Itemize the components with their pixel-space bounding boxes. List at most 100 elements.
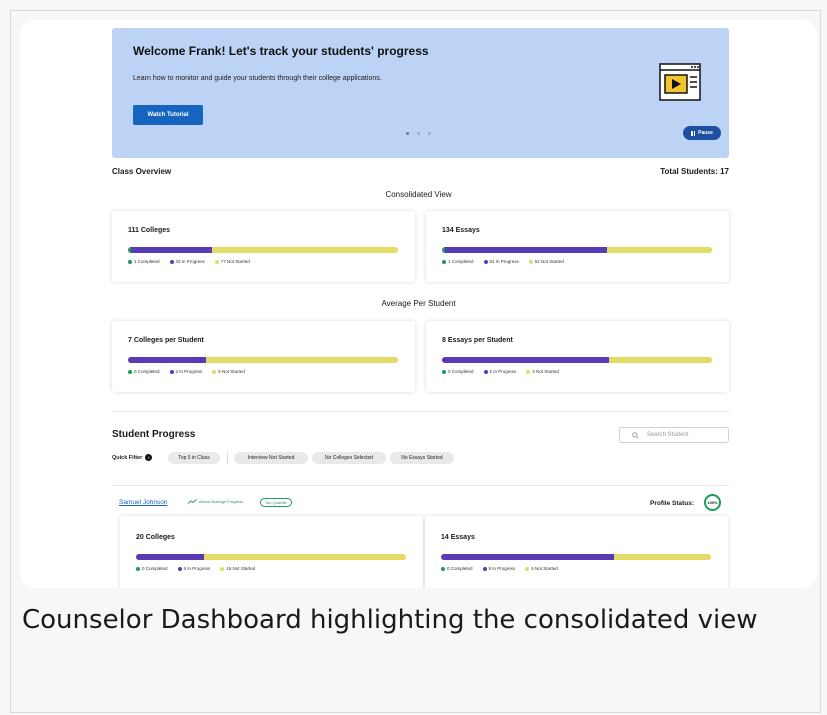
carousel-dots[interactable]: [406, 132, 431, 135]
legend-label: 5 In Progress: [183, 566, 211, 571]
essays-card: 134 Essays 1 Completed 81 In Progress 52 No…: [426, 211, 729, 282]
legend-dot: [212, 369, 217, 374]
card-title: 20 Colleges: [136, 534, 175, 541]
progress-legend: 0 Completed 9 In Progress 5 Not Started: [441, 566, 558, 571]
progress-bar: [128, 247, 398, 253]
legend-dot: [526, 369, 531, 374]
legend-dot: [169, 369, 174, 374]
legend-dot: [214, 259, 219, 264]
quick-filter-label: Quick Filter i: [112, 454, 153, 461]
legend-item-completed: 1 Completed: [442, 259, 474, 264]
dashboard-screenshot: Welcome Frank! Let's track your students…: [20, 20, 817, 588]
essays-per-student-card: 8 Essays per Student 0 Completed 5 In Prog…: [426, 321, 729, 392]
progress-bar: [442, 247, 712, 253]
legend-item-not-started: 5 Not Started: [525, 566, 558, 571]
search-student-input[interactable]: Search Student: [619, 427, 729, 443]
trend-up-icon: [188, 499, 197, 504]
legend-label: 33 In Progress: [175, 259, 205, 264]
class-overview-title: Class Overview: [112, 167, 172, 176]
watch-tutorial-button[interactable]: Watch Tutorial: [133, 105, 203, 125]
bar-in-progress-segment: [441, 554, 614, 560]
progress-bar: [441, 554, 711, 560]
tutorial-video-icon: [659, 63, 701, 101]
colleges-per-student-card: 7 Colleges per Student 0 Completed 2 In Pr…: [112, 321, 415, 392]
filter-no-colleges-selected[interactable]: No Colleges Selected: [312, 452, 386, 464]
student-progress-title: Student Progress: [112, 429, 196, 440]
legend-label: 1 Completed: [448, 259, 474, 264]
carousel-dot[interactable]: [406, 132, 409, 135]
bar-not-started-segment: [613, 554, 711, 560]
legend-item-completed: 0 Completed: [136, 566, 168, 571]
legend-label: 2 In Progress: [175, 369, 203, 374]
bar-not-started-segment: [609, 357, 712, 363]
legend-dot: [220, 566, 225, 571]
legend-label: 9 In Progress: [488, 566, 516, 571]
legend-dot: [442, 369, 446, 374]
bar-in-progress-segment: [445, 247, 608, 253]
carousel-dot[interactable]: [428, 132, 431, 135]
legend-dot: [441, 566, 445, 571]
average-per-student-heading: Average Per Student: [381, 299, 456, 308]
progress-bar: [442, 357, 712, 363]
legend-item-completed: 1 Completed: [128, 259, 160, 264]
student-colleges-card: 20 Colleges 0 Completed 5 In Progress 15 No…: [120, 516, 423, 588]
legend-item-completed: 0 Completed: [441, 566, 473, 571]
legend-item-completed: 0 Completed: [442, 369, 474, 374]
legend-dot: [136, 566, 140, 571]
section-divider: [112, 411, 729, 412]
info-icon[interactable]: i: [145, 454, 153, 461]
pause-icon: [691, 130, 696, 136]
progress-bar: [128, 357, 398, 363]
legend-item-in-progress: 2 In Progress: [169, 369, 203, 374]
progress-legend: 0 Completed 5 In Progress 3 Not Started: [442, 369, 559, 374]
legend-label: 3 Not Started: [532, 369, 559, 374]
banner-description: Learn how to monitor and guide your stud…: [133, 75, 382, 82]
bar-not-started-segment: [203, 554, 406, 560]
progress-trend: Above Average Progress: [188, 499, 243, 504]
progress-bar: [136, 554, 406, 560]
card-title: 14 Essays: [441, 534, 475, 541]
profile-status-label: Profile Status:: [650, 500, 695, 507]
legend-label: 0 Completed: [447, 566, 473, 571]
legend-label: 77 Not Started: [220, 259, 250, 264]
legend-item-in-progress: 33 In Progress: [169, 259, 205, 264]
legend-label: 52 Not Started: [534, 259, 564, 264]
legend-item-not-started: 52 Not Started: [528, 259, 564, 264]
progress-legend: 1 Completed 33 In Progress 77 Not Started: [128, 259, 250, 264]
filter-separator: [227, 452, 228, 464]
total-students: Total Students: 17: [660, 167, 729, 176]
legend-item-in-progress: 9 In Progress: [482, 566, 516, 571]
legend-dot: [128, 259, 132, 264]
bar-in-progress-segment: [131, 247, 213, 253]
legend-item-completed: 0 Completed: [128, 369, 160, 374]
banner-title: Welcome Frank! Let's track your students…: [133, 44, 429, 58]
carousel-dot[interactable]: [417, 132, 420, 135]
legend-label: 15 Not Started: [226, 566, 256, 571]
progress-legend: 0 Completed 5 In Progress 15 Not Started: [136, 566, 255, 571]
student-essays-card: 14 Essays 0 Completed 9 In Progress 5 Not S…: [425, 516, 728, 588]
legend-label: 0 Completed: [142, 566, 168, 571]
legend-label: 81 In Progress: [489, 259, 519, 264]
filter-interview-not-started[interactable]: Interview Not Started: [234, 452, 308, 464]
legend-dot: [169, 259, 174, 264]
filter-top-5[interactable]: Top 5 in Class: [168, 452, 220, 464]
bar-in-progress-segment: [442, 357, 610, 363]
legend-label: 5 Not Started: [531, 566, 558, 571]
consolidated-view-heading: Consolidated View: [385, 190, 452, 199]
legend-label: 0 Completed: [448, 369, 474, 374]
filter-no-essays-started[interactable]: No Essays Started: [390, 452, 454, 464]
legend-item-in-progress: 5 In Progress: [177, 566, 211, 571]
pause-label: Pause: [698, 130, 713, 136]
bar-in-progress-segment: [136, 554, 204, 560]
progress-legend: 1 Completed 81 In Progress 52 Not Started: [442, 259, 564, 264]
card-title: 111 Colleges: [128, 227, 171, 234]
pause-button[interactable]: Pause: [683, 126, 721, 140]
legend-dot: [528, 259, 533, 264]
welcome-banner: Welcome Frank! Let's track your students…: [112, 28, 729, 158]
bar-in-progress-segment: [128, 357, 207, 363]
student-name-link[interactable]: Samuel Johnson: [119, 499, 167, 506]
bar-not-started-segment: [206, 357, 398, 363]
legend-item-not-started: 77 Not Started: [214, 259, 250, 264]
legend-item-not-started: 3 Not Started: [526, 369, 559, 374]
profile-status-ring: 100%: [704, 494, 721, 511]
